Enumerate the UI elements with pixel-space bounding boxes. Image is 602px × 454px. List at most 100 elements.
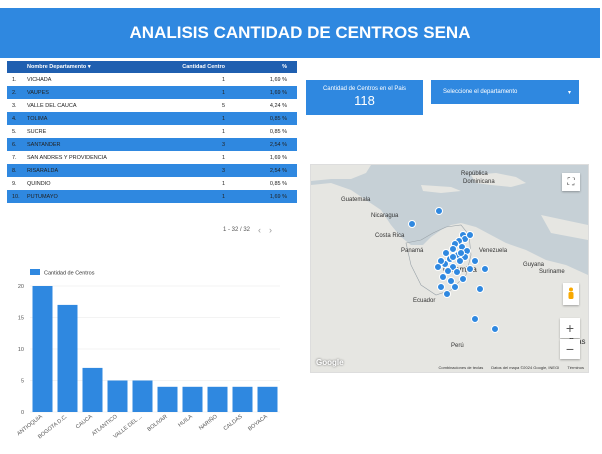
table-row[interactable]: 10. PUTUMAYO 1 1,69 % [7, 190, 297, 203]
map-marker[interactable] [457, 249, 465, 257]
cell-count: 1 [221, 128, 225, 135]
map-marker[interactable] [443, 290, 451, 298]
bar[interactable] [157, 386, 178, 412]
cell-pct: 1,69 % [269, 154, 287, 161]
cell-name: RISARALDA [27, 167, 59, 174]
map-view[interactable]: República Dominicana Guatemala Nicaragua… [310, 164, 589, 373]
legend-swatch [30, 269, 40, 275]
cell-num: 7. [12, 154, 17, 161]
cell-count: 5 [221, 102, 225, 109]
cell-count: 1 [221, 89, 225, 96]
table-row[interactable]: 3. VALLE DEL CAUCA 5 4,24 % [7, 99, 297, 112]
cell-name: TOLIMA [27, 115, 48, 122]
fullscreen-icon[interactable]: ⛶ [562, 173, 580, 191]
cell-name: SAN ANDRES Y PROVIDENCIA [27, 154, 107, 161]
bar[interactable] [232, 386, 253, 412]
table-row[interactable]: 7. SAN ANDRES Y PROVIDENCIA 1 1,69 % [7, 151, 297, 164]
cell-name: VICHADA [27, 76, 52, 83]
map-marker[interactable] [439, 273, 447, 281]
bar[interactable] [182, 386, 203, 412]
table-row[interactable]: 4. TOLIMA 1 0,85 % [7, 112, 297, 125]
x-tick-label: BOLIVAR [147, 414, 169, 433]
map-marker[interactable] [481, 265, 489, 273]
map-marker[interactable] [491, 325, 499, 333]
map-marker[interactable] [466, 231, 474, 239]
cell-name: QUINDIO [27, 180, 51, 187]
table-row[interactable]: 8. RISARALDA 3 2,54 % [7, 164, 297, 177]
table-pagination: 1 - 32 / 32 ‹ › [223, 225, 273, 235]
bar[interactable] [107, 380, 128, 413]
chevron-right-icon[interactable]: › [269, 225, 272, 235]
caret-down-icon: ▾ [87, 64, 91, 70]
cell-name: VALLE DEL CAUCA [27, 102, 77, 109]
map-marker[interactable] [471, 315, 479, 323]
bar[interactable] [82, 367, 103, 412]
cell-num: 10. [12, 193, 20, 200]
cell-name: PUTUMAYO [27, 193, 58, 200]
map-marker[interactable] [471, 257, 479, 265]
cell-pct: 1,69 % [269, 76, 287, 83]
column-header-percent[interactable]: % [225, 64, 297, 70]
cell-num: 2. [12, 89, 17, 96]
cell-pct: 0,85 % [269, 115, 287, 122]
cell-num: 6. [12, 141, 17, 148]
caret-down-icon: ▾ [567, 89, 571, 96]
cell-pct: 1,69 % [269, 89, 287, 96]
cell-pct: 0,85 % [269, 180, 287, 187]
dashboard-title: ANALISIS CANTIDAD DE CENTROS SENA [0, 8, 600, 58]
cell-name: VAUPES [27, 89, 49, 96]
bar[interactable] [132, 380, 153, 413]
table-header: Nombre Departamento ▾ Cantidad Centro % [7, 61, 297, 73]
cell-count: 3 [221, 167, 225, 174]
cell-num: 5. [12, 128, 17, 135]
bar[interactable] [32, 286, 53, 412]
table-row[interactable]: 1. VICHADA 1 1,69 % [7, 73, 297, 86]
table-row[interactable]: 2. VAUPES 1 1,69 % [7, 86, 297, 99]
map-marker[interactable] [476, 285, 484, 293]
x-tick-label: CALDAS [223, 414, 244, 432]
zoom-out-icon[interactable]: − [560, 339, 580, 359]
bar[interactable] [257, 386, 278, 412]
cell-num: 8. [12, 167, 17, 174]
table-row[interactable]: 9. QUINDIO 1 0,85 % [7, 177, 297, 190]
y-tick-label: 15 [18, 316, 24, 322]
cell-name: SANTANDER [27, 141, 61, 148]
y-tick-label: 20 [18, 284, 24, 290]
cell-name: SUCRE [27, 128, 47, 135]
legend-label: Cantidad de Centros [44, 271, 95, 277]
cell-count: 1 [221, 76, 225, 83]
map-marker[interactable] [451, 283, 459, 291]
bar[interactable] [207, 386, 228, 412]
table-row[interactable]: 5. SUCRE 1 0,85 % [7, 125, 297, 138]
x-tick-label: NARIÑO [198, 413, 220, 432]
map-marker[interactable] [435, 207, 443, 215]
cell-count: 3 [221, 141, 225, 148]
pegman-icon[interactable] [563, 283, 579, 305]
cell-count: 1 [221, 154, 225, 161]
x-tick-label: HUILA [177, 414, 194, 429]
cell-pct: 1,69 % [269, 193, 287, 200]
chevron-left-icon[interactable]: ‹ [258, 225, 261, 235]
total-centers-scorecard: Cantidad de Centros en el Pais 118 [306, 80, 423, 115]
zoom-in-icon[interactable]: + [560, 318, 580, 338]
map-marker[interactable] [456, 257, 464, 265]
map-marker[interactable] [459, 275, 467, 283]
table-row[interactable]: 6. SANTANDER 3 2,54 % [7, 138, 297, 151]
x-tick-label: BOYACA [247, 414, 269, 433]
map-marker[interactable] [442, 249, 450, 257]
department-select[interactable]: Seleccione el departamento ▾ [431, 80, 579, 104]
map-marker[interactable] [408, 220, 416, 228]
y-tick-label: 10 [18, 347, 24, 353]
column-header-name[interactable]: Nombre Departamento ▾ [27, 64, 145, 70]
y-tick-label: 5 [21, 379, 24, 385]
cell-count: 1 [221, 193, 225, 200]
map-marker[interactable] [466, 265, 474, 273]
map-marker[interactable] [434, 263, 442, 271]
map-marker[interactable] [449, 253, 457, 261]
departments-table: Nombre Departamento ▾ Cantidad Centro % … [7, 61, 297, 203]
cell-pct: 4,24 % [269, 102, 287, 109]
google-logo: Google [316, 358, 344, 367]
bar[interactable] [57, 304, 78, 412]
bar-chart: Cantidad de Centros 05101520ANTIOQUIABOG… [16, 269, 280, 440]
column-header-count[interactable]: Cantidad Centro [145, 64, 225, 70]
